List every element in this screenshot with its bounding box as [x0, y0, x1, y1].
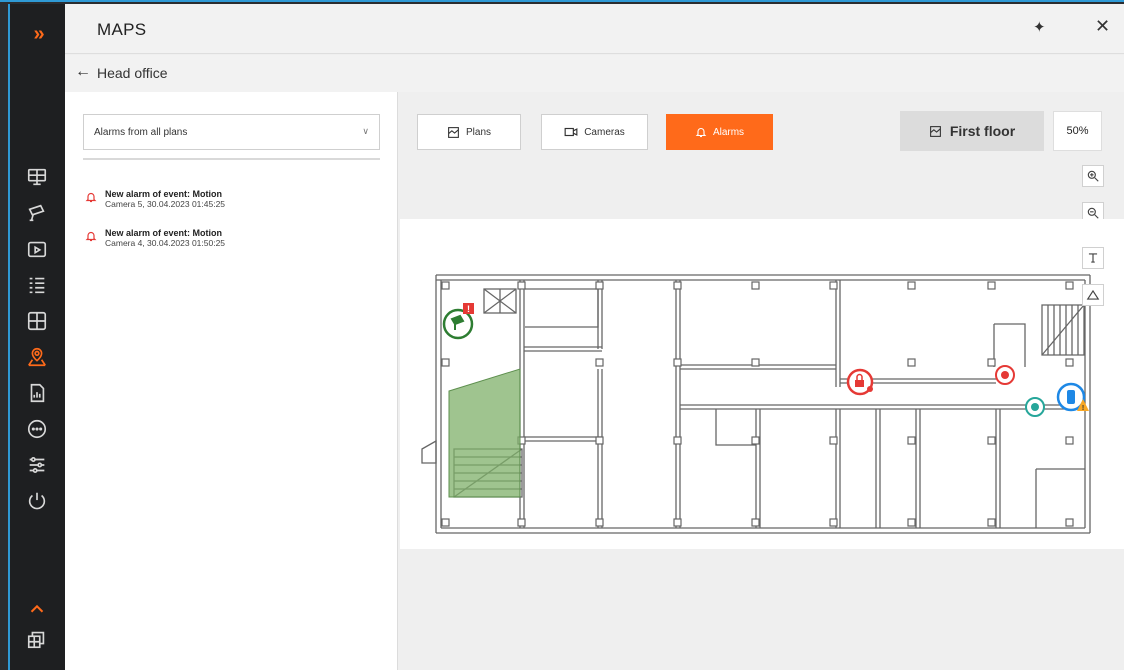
teal-sensor-marker[interactable] — [1025, 397, 1045, 417]
main-area: MAPS ✦ ✕ ← Head office Alarms from all p… — [65, 4, 1124, 670]
alarm-filter-value: Alarms from all plans — [94, 127, 188, 138]
settings-sliders-icon[interactable] — [24, 452, 50, 478]
floor-label: First floor — [949, 123, 1016, 139]
cameras-label: Cameras — [584, 126, 625, 138]
page-title: MAPS — [97, 20, 147, 39]
zoom-in-icon[interactable] — [1082, 165, 1104, 187]
alarm-subtitle: Camera 4, 30.04.2023 01:50:25 — [105, 238, 226, 248]
alarm-title: New alarm of event: Motion — [105, 228, 223, 238]
floor-plan[interactable]: ! ! — [400, 219, 1124, 549]
close-icon[interactable]: ✕ — [1095, 16, 1110, 37]
alarm-subtitle: Camera 5, 30.04.2023 01:45:25 — [105, 199, 226, 209]
floor-plan-drawing: ! ! — [421, 274, 1091, 534]
sidebar: » — [8, 4, 65, 670]
svg-text:!: ! — [1082, 405, 1084, 412]
plans-icon — [929, 125, 941, 137]
text-tool-icon[interactable] — [1082, 247, 1104, 269]
camera-icon[interactable] — [24, 200, 50, 226]
red-sensor-marker[interactable] — [995, 365, 1015, 385]
power-icon[interactable] — [24, 488, 50, 514]
more-icon[interactable] — [24, 416, 50, 442]
windows-icon[interactable] — [24, 626, 50, 652]
list-icon[interactable] — [24, 272, 50, 298]
chevron-up-icon[interactable] — [24, 596, 50, 622]
chevron-down-icon: ∨ — [362, 126, 369, 136]
arrow-left-icon[interactable]: ← — [75, 63, 91, 81]
breadcrumb-label[interactable]: Head office — [97, 65, 168, 81]
expand-sidebar-button[interactable]: » — [10, 4, 65, 64]
archive-icon[interactable] — [24, 236, 50, 262]
plans-button[interactable]: Plans — [417, 114, 521, 150]
breadcrumb: ← Head office — [65, 55, 1124, 92]
pin-icon[interactable]: ✦ — [1033, 18, 1046, 36]
alarm-title: New alarm of event: Motion — [105, 189, 223, 199]
bell-icon — [85, 192, 97, 203]
lock-sensor-marker[interactable] — [846, 368, 874, 396]
plans-label: Plans — [465, 126, 491, 138]
alarm-filter-select[interactable]: Alarms from all plans ∨ — [83, 114, 380, 150]
alarms-label: Alarms — [712, 126, 745, 138]
app-window: » MAPS ✦ ✕ ← Head office Alarms from all… — [0, 0, 1124, 670]
cameras-button[interactable]: Cameras — [541, 114, 648, 150]
title-bar: MAPS ✦ ✕ — [65, 4, 1124, 54]
report-icon[interactable] — [24, 380, 50, 406]
zoom-level[interactable]: 50% — [1053, 111, 1102, 151]
svg-text:!: ! — [467, 304, 470, 314]
camera-marker-alarm[interactable]: ! — [442, 303, 474, 340]
map-area: Plans Cameras Alarms First floor 50% ! ! — [398, 92, 1124, 670]
monitor-icon[interactable] — [24, 164, 50, 190]
bell-icon — [695, 128, 707, 138]
plans-icon — [448, 126, 459, 138]
bell-icon — [85, 231, 97, 242]
divider — [83, 158, 380, 160]
layout-icon[interactable] — [24, 308, 50, 334]
shape-tool-icon[interactable] — [1082, 284, 1104, 306]
alarms-panel: Alarms from all plans ∨ New alarm of eve… — [65, 92, 398, 670]
floor-selector[interactable]: First floor — [900, 111, 1044, 151]
alarms-button[interactable]: Alarms — [666, 114, 773, 150]
map-pin-icon[interactable] — [24, 344, 50, 370]
camera-field-of-view — [448, 368, 521, 498]
camera-outline-icon — [564, 127, 578, 137]
